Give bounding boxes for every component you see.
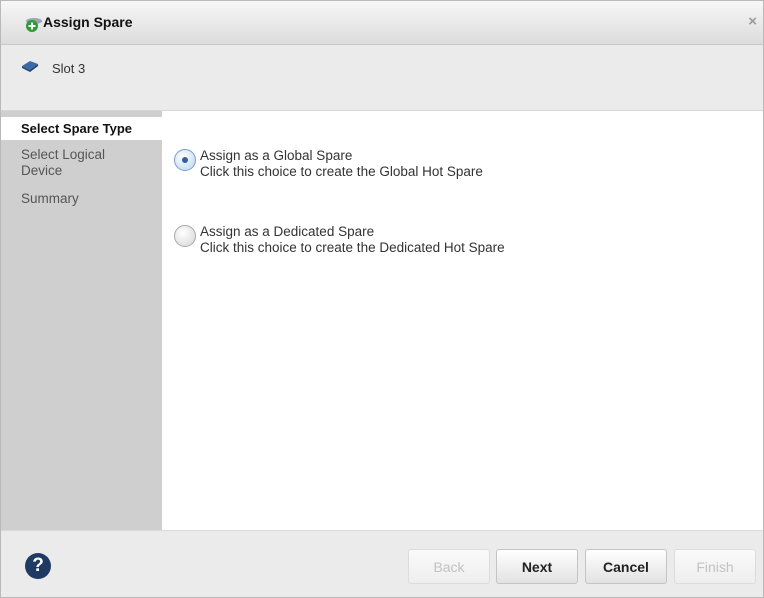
option-dedicated-label: Assign as a Dedicated Spare [200, 224, 375, 239]
wizard-content: Assign as a Global Spare Click this choi… [162, 111, 763, 530]
help-icon[interactable]: ? [25, 553, 51, 579]
device-label: Slot 3 [52, 61, 86, 76]
close-icon[interactable]: × [748, 13, 757, 30]
radio-dedicated-spare[interactable] [174, 225, 196, 247]
finish-button[interactable]: Finish [674, 549, 756, 584]
add-spare-icon [26, 18, 42, 32]
step-select-spare-type: Select Spare Type [21, 121, 133, 136]
device-bar: Slot 3 [1, 45, 763, 111]
wizard-steps-sidebar: Select Spare Type Select Logical Device … [1, 111, 162, 530]
radio-global-spare[interactable] [174, 149, 196, 171]
back-button[interactable]: Back [408, 549, 490, 584]
option-global-label: Assign as a Global Spare [200, 148, 353, 163]
cancel-button[interactable]: Cancel [585, 549, 667, 584]
footer-bar: ? Back Next Cancel Finish [1, 530, 763, 597]
disk-drive-icon [22, 61, 38, 72]
option-dedicated-description: Click this choice to create the Dedicate… [200, 240, 505, 255]
step-summary: Summary [21, 191, 79, 206]
title-bar[interactable]: Assign Spare × [1, 1, 763, 45]
next-button[interactable]: Next [496, 549, 578, 584]
dialog-title: Assign Spare [43, 14, 133, 30]
step-current: Select Spare Type [1, 117, 162, 140]
step-select-logical-device: Select Logical Device [21, 147, 106, 178]
option-global-description: Click this choice to create the Global H… [200, 164, 483, 179]
assign-spare-dialog: Assign Spare × Slot 3 Select Spare Type … [0, 0, 764, 598]
